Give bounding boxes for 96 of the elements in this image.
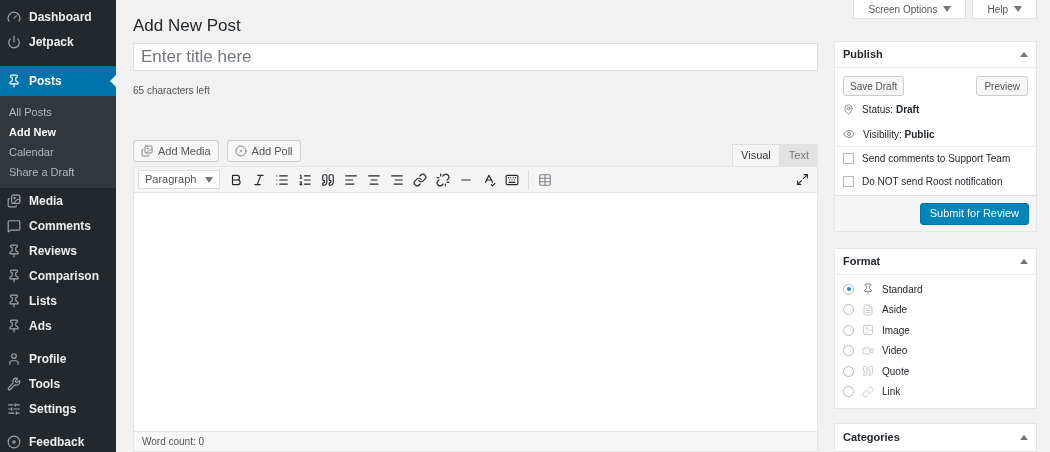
media-button[interactable]: Add Poll xyxy=(226,140,301,162)
screen-tab-button[interactable]: Screen Options xyxy=(853,0,967,19)
radio-label: Link xyxy=(882,385,901,400)
power-icon xyxy=(7,34,21,49)
sidebar-item[interactable]: Profile xyxy=(0,346,116,371)
caret-icon xyxy=(1014,6,1022,12)
panel-title: Publish xyxy=(843,47,883,63)
radio-label: Quote xyxy=(882,364,910,379)
sidebar-item[interactable]: Comparison xyxy=(0,263,116,288)
spellcheck-icon[interactable] xyxy=(482,172,496,187)
submenu-item[interactable]: Calendar xyxy=(0,142,116,162)
status-text: Status: Draft xyxy=(862,103,920,117)
bullet-list-icon[interactable] xyxy=(275,172,289,187)
save-draft-button[interactable]: Save Draft xyxy=(843,76,905,96)
circle-icon xyxy=(234,145,247,157)
radio-label: Aside xyxy=(882,303,907,318)
disc-icon xyxy=(7,434,21,449)
sidebar-item[interactable]: Lists xyxy=(0,288,116,313)
eye-icon xyxy=(843,128,855,140)
sidebar-item[interactable]: Reviews xyxy=(0,238,116,263)
sidebar-item[interactable]: Comments xyxy=(0,213,116,238)
radio-label: Video xyxy=(882,344,908,359)
radio-label: Standard xyxy=(882,282,923,297)
checkbox[interactable] xyxy=(843,176,854,187)
checkbox[interactable] xyxy=(843,153,854,164)
pin-icon xyxy=(7,318,21,333)
radio-button[interactable] xyxy=(843,324,854,336)
document-icon xyxy=(862,303,874,316)
sidebar-item[interactable]: Jetpack xyxy=(0,29,116,54)
radio-button[interactable] xyxy=(843,386,854,398)
image-icon xyxy=(862,324,874,337)
numbered-list-icon[interactable] xyxy=(298,172,312,187)
align-center-icon[interactable] xyxy=(367,172,381,187)
link-icon xyxy=(862,385,874,398)
collapse-icon xyxy=(1020,259,1028,264)
checkbox-label: Send comments to Support Team xyxy=(862,152,1011,166)
radio-button[interactable] xyxy=(843,283,854,295)
pin-icon xyxy=(843,104,854,115)
video-icon xyxy=(862,344,874,357)
collapse-icon xyxy=(1020,434,1028,440)
radio-button[interactable] xyxy=(843,304,854,316)
quote-icon xyxy=(862,365,874,378)
quote-icon[interactable] xyxy=(321,172,335,187)
title-field[interactable]: Enter title here xyxy=(133,43,818,71)
align-left-icon[interactable] xyxy=(344,172,358,187)
wrench-icon xyxy=(7,376,21,391)
link-icon[interactable] xyxy=(413,172,427,187)
caret-icon xyxy=(943,6,952,12)
radio-label: Image xyxy=(882,323,910,338)
sidebar-item[interactable]: Tools xyxy=(0,371,116,396)
format-select[interactable]: Paragraph xyxy=(138,170,220,189)
submenu-item[interactable]: Share a Draft xyxy=(0,162,116,182)
pin-icon xyxy=(7,74,21,88)
checkbox-label: Do NOT send Roost notification xyxy=(862,175,1003,189)
submenu-item[interactable]: All Posts xyxy=(0,102,116,122)
speech-bubble-icon xyxy=(7,218,21,233)
screen-tab-button[interactable]: Help xyxy=(972,0,1037,19)
pin-icon xyxy=(862,283,874,296)
fullscreen-icon[interactable] xyxy=(796,173,809,186)
bold-icon[interactable] xyxy=(229,172,243,187)
italic-icon[interactable] xyxy=(252,172,266,187)
media-icon xyxy=(141,145,153,157)
editor-tab[interactable]: Visual xyxy=(732,144,780,166)
preview-button[interactable]: Preview xyxy=(976,76,1028,96)
media-button[interactable]: Add Media xyxy=(133,140,219,162)
sidebar-item[interactable]: Media xyxy=(0,188,116,213)
panel-title: Format xyxy=(843,254,881,270)
sidebar-item[interactable]: Feedback xyxy=(0,429,116,452)
sidebar-item[interactable]: Posts xyxy=(0,66,116,96)
current-indicator-icon xyxy=(110,75,116,87)
sidebar-item[interactable]: Dashboard xyxy=(0,4,116,29)
visibility-text: Visibility: Public xyxy=(863,127,935,142)
submenu-item[interactable]: Add New xyxy=(0,122,116,142)
user-icon xyxy=(7,351,21,366)
word-count: Word count: 0 xyxy=(142,435,205,449)
radio-button[interactable] xyxy=(843,345,854,357)
submit-for-review-button[interactable]: Submit for Review xyxy=(919,202,1029,225)
collapse-icon xyxy=(1020,52,1028,57)
gauge-icon xyxy=(7,9,21,24)
pin-icon xyxy=(7,293,21,308)
pin-icon xyxy=(7,243,21,258)
settings-icon xyxy=(7,401,21,416)
radio-button[interactable] xyxy=(843,365,854,377)
editor-tab[interactable]: Text xyxy=(779,144,818,166)
pin-icon xyxy=(7,268,21,283)
page-title: Add New Post xyxy=(133,15,242,35)
align-right-icon[interactable] xyxy=(390,172,404,187)
unlink-icon[interactable] xyxy=(436,172,450,187)
sidebar-item[interactable]: Ads xyxy=(0,313,116,338)
keyboard-icon[interactable] xyxy=(505,172,519,187)
panel-title: Categories xyxy=(843,429,900,445)
table-icon[interactable] xyxy=(538,172,552,187)
media-icon xyxy=(7,193,21,208)
sidebar-item[interactable]: Settings xyxy=(0,396,116,421)
caret-icon xyxy=(205,176,213,183)
character-count: 65 characters left xyxy=(133,84,211,98)
